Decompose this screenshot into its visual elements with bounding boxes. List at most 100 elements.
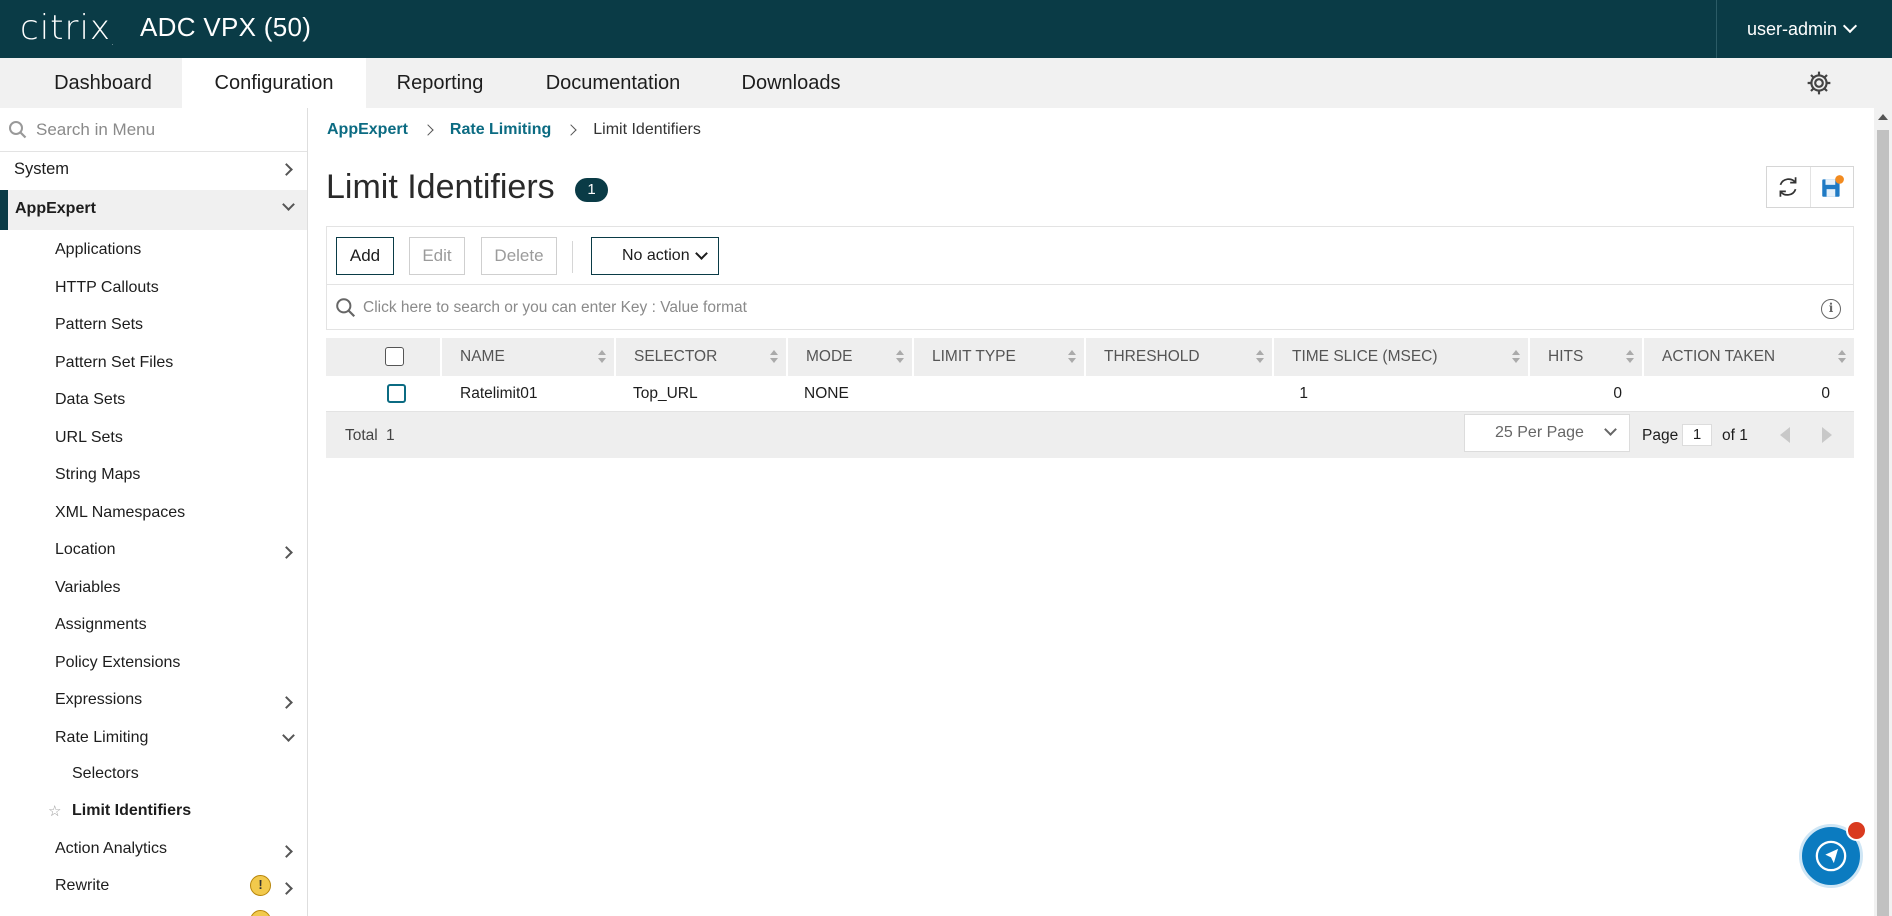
scrollbar-thumb[interactable]: [1877, 130, 1889, 916]
sidebar-item-appexpert[interactable]: AppExpert: [0, 190, 307, 230]
chevron-right-icon: [280, 163, 293, 176]
sidebar-item-location[interactable]: Location: [0, 541, 307, 565]
column-header-hits[interactable]: HITS: [1530, 338, 1642, 376]
breadcrumb-current: Limit Identifiers: [593, 121, 701, 138]
column-header-mode[interactable]: MODE: [788, 338, 912, 376]
cell-threshold: 1: [1299, 385, 1308, 402]
sort-icon: [598, 350, 606, 364]
action-select[interactable]: No action: [591, 237, 719, 275]
gear-icon[interactable]: [1806, 70, 1832, 96]
sort-icon: [1256, 350, 1264, 364]
refresh-button[interactable]: [1767, 167, 1810, 207]
breadcrumb-rate-limiting[interactable]: Rate Limiting: [450, 121, 551, 139]
refresh-icon: [1780, 177, 1797, 197]
chevron-down-icon: [1842, 18, 1858, 34]
edit-button[interactable]: Edit: [409, 237, 465, 275]
menu-search-placeholder: Search in Menu: [36, 120, 156, 139]
total-count: 1: [386, 427, 395, 444]
row-checkbox[interactable]: [387, 384, 406, 403]
sidebar-item-expressions[interactable]: Expressions: [0, 691, 307, 715]
chevron-down-icon: [282, 198, 295, 211]
column-header-time-slice[interactable]: TIME SLICE (MSEC): [1274, 338, 1528, 376]
sidebar-item-rate-limiting[interactable]: Rate Limiting: [0, 729, 307, 753]
column-header-name[interactable]: NAME: [442, 338, 614, 376]
chevron-down-icon: [695, 247, 708, 260]
tab-dashboard[interactable]: Dashboard: [22, 58, 184, 108]
per-page-value: 25 Per Page: [1495, 424, 1584, 441]
info-icon[interactable]: i: [1821, 299, 1841, 319]
chevron-right-icon: [280, 546, 293, 559]
sort-icon: [896, 350, 904, 364]
citrix-logo[interactable]: citrix.: [20, 8, 115, 48]
sort-icon: [1512, 350, 1520, 364]
chevron-down-icon: [282, 729, 295, 742]
table-row[interactable]: Ratelimit01 Top_URL NONE 1 0 0: [326, 376, 1854, 412]
count-badge: 1: [575, 178, 608, 202]
sidebar-item-system[interactable]: System: [0, 160, 307, 188]
delete-button[interactable]: Delete: [481, 237, 557, 275]
sidebar-item-limit-identifiers[interactable]: ☆ Limit Identifiers: [0, 802, 307, 824]
cell-name: Ratelimit01: [460, 385, 538, 402]
tab-documentation[interactable]: Documentation: [532, 58, 694, 108]
page-number-input[interactable]: 1: [1682, 424, 1712, 446]
breadcrumb: AppExpert Rate Limiting Limit Identifier…: [327, 121, 701, 139]
sidebar-menu: Search in Menu System AppExpert Applicat…: [0, 108, 308, 916]
chevron-down-icon: [1604, 423, 1617, 436]
sort-icon: [1838, 350, 1846, 364]
grid-search-placeholder: Click here to search or you can enter Ke…: [363, 299, 747, 316]
page-scrollbar[interactable]: [1874, 108, 1892, 916]
search-icon: [336, 298, 356, 318]
user-menu[interactable]: user-admin: [1716, 0, 1892, 58]
column-header-limit-type[interactable]: LIMIT TYPE: [914, 338, 1084, 376]
column-header-action-taken[interactable]: ACTION TAKEN: [1644, 338, 1854, 376]
tab-downloads[interactable]: Downloads: [728, 58, 854, 108]
navigation-arrow-icon: [1815, 840, 1847, 872]
select-all-cell: [326, 338, 440, 376]
add-button[interactable]: Add: [336, 237, 394, 275]
sort-icon: [1626, 350, 1634, 364]
breadcrumb-appexpert[interactable]: AppExpert: [327, 121, 408, 139]
user-name: user-admin: [1747, 18, 1838, 39]
product-title: ADC VPX (50): [140, 12, 312, 42]
page-title: Limit Identifiers: [326, 168, 555, 206]
toolbar-divider: [572, 241, 573, 273]
tab-configuration[interactable]: Configuration: [182, 58, 366, 108]
column-header-selector[interactable]: SELECTOR: [616, 338, 786, 376]
tab-reporting[interactable]: Reporting: [380, 58, 500, 108]
sidebar-item-action-analytics[interactable]: Action Analytics: [0, 840, 307, 864]
chevron-right-icon: [280, 882, 293, 895]
warning-icon: [250, 910, 271, 916]
warning-icon: !: [250, 875, 271, 896]
select-all-checkbox[interactable]: [385, 347, 404, 366]
menu-search[interactable]: Search in Menu: [0, 108, 307, 152]
sort-icon: [1068, 350, 1076, 364]
favorite-star-icon[interactable]: ☆: [48, 802, 61, 820]
grid-toolbar: Add Edit Delete No action: [326, 226, 1854, 284]
cell-action-taken: 0: [1821, 385, 1830, 402]
per-page-select[interactable]: 25 Per Page: [1464, 414, 1630, 452]
chevron-right-icon: [280, 845, 293, 858]
table-footer: Total 1 25 Per Page Page 1 of 1: [326, 412, 1854, 458]
table-header: NAME SELECTOR MODE LIMIT TYPE THRESHOLD …: [326, 338, 1854, 376]
save-icon: [1822, 175, 1844, 197]
search-icon: [9, 121, 27, 139]
next-page-icon[interactable]: [1822, 427, 1832, 443]
action-select-value: No action: [622, 247, 690, 264]
grid-search[interactable]: Click here to search or you can enter Ke…: [326, 284, 1854, 330]
notification-badge: [1846, 820, 1867, 841]
cell-mode: NONE: [804, 385, 849, 402]
column-header-threshold[interactable]: THRESHOLD: [1086, 338, 1272, 376]
chevron-right-icon: [280, 696, 293, 709]
page-actions: [1766, 166, 1854, 208]
page-of-label: of 1: [1722, 427, 1748, 444]
sort-icon: [770, 350, 778, 364]
sidebar-item-rewrite[interactable]: Rewrite !: [0, 875, 307, 901]
chevron-right-icon: [422, 124, 434, 136]
cell-hits: 0: [1613, 385, 1622, 402]
page-label: Page: [1642, 427, 1679, 444]
previous-page-icon[interactable]: [1780, 427, 1790, 443]
save-config-button[interactable]: [1809, 167, 1853, 207]
scroll-up-icon[interactable]: [1878, 114, 1888, 120]
main-tabs: Dashboard Configuration Reporting Docume…: [0, 58, 1892, 108]
total-label: Total: [345, 427, 378, 444]
